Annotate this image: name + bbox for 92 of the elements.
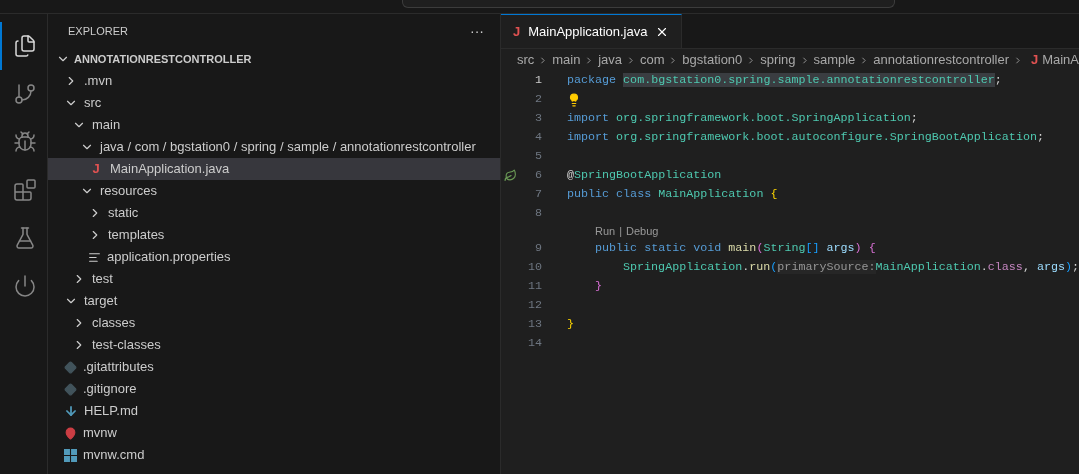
tree-item[interactable]: classes bbox=[48, 312, 500, 334]
tree-item-label: java / com / bgstation0 / spring / sample / annotationrestcontroller bbox=[100, 138, 476, 157]
tree-item-label: main bbox=[92, 116, 121, 135]
tree-item[interactable]: .gitattributes bbox=[48, 356, 500, 378]
tree-item[interactable]: .gitignore bbox=[48, 378, 500, 400]
tree-item-label: resources bbox=[100, 182, 158, 201]
tree-item-label: mvnw.cmd bbox=[83, 446, 145, 465]
lightbulb-icon[interactable] bbox=[567, 92, 581, 107]
branch-icon bbox=[12, 82, 37, 106]
line-number: 10 bbox=[526, 258, 542, 276]
tree-item[interactable]: J MainApplication.java bbox=[48, 158, 500, 180]
separator: | bbox=[619, 223, 623, 239]
code-line: SpringApplication.run(primarySource:MainApplication.class, args); bbox=[622, 258, 1079, 276]
tree-item-label: mvnw bbox=[83, 424, 117, 443]
code-line: import org.springframework.boot.autoconfigure.SpringBootApplication; bbox=[567, 128, 1044, 146]
line-number: 11 bbox=[526, 277, 542, 295]
more-actions-button[interactable]: ··· bbox=[470, 20, 484, 42]
code-lens-link[interactable]: Debug bbox=[626, 222, 659, 240]
code-line: public static void main(String[] args) { bbox=[594, 239, 876, 257]
tree-item-label: src bbox=[84, 94, 102, 113]
tree-item-label: .mvn bbox=[84, 72, 113, 91]
tree-item[interactable]: static bbox=[48, 202, 500, 224]
tree-item[interactable]: HELP.md bbox=[48, 400, 500, 422]
leaf-icon[interactable] bbox=[503, 169, 517, 182]
line-number: 9 bbox=[534, 239, 542, 257]
search-field[interactable] bbox=[402, 0, 895, 8]
line-number: 3 bbox=[534, 109, 542, 127]
breadcrumb-item[interactable]: sample bbox=[813, 50, 856, 70]
breadcrumb-item[interactable]: bgstation0 bbox=[682, 50, 743, 70]
tree-item-label: test bbox=[92, 270, 113, 289]
line-number: 12 bbox=[526, 296, 542, 314]
blocks-icon bbox=[12, 178, 37, 202]
line-number: 7 bbox=[534, 185, 542, 203]
code-line: public class MainApplication { bbox=[567, 185, 778, 203]
line-number: 5 bbox=[534, 147, 542, 165]
tree-item[interactable]: test bbox=[48, 268, 500, 290]
lines-icon bbox=[88, 250, 101, 264]
tree-item[interactable]: .mvn bbox=[48, 70, 500, 92]
tab-label: MainApplication.java bbox=[528, 22, 648, 41]
tree-item-label: classes bbox=[92, 314, 136, 333]
code-line: import org.springframework.boot.SpringApplication; bbox=[567, 109, 918, 127]
breadcrumb-item[interactable]: src bbox=[517, 50, 535, 70]
tree-item[interactable]: mvnw.cmd bbox=[48, 444, 500, 466]
code-line: package com.bgstation0.spring.sample.annotationrestcontroller; bbox=[567, 71, 1002, 89]
tree-item-label: test-classes bbox=[92, 336, 161, 355]
tree-item-label: target bbox=[84, 292, 118, 311]
code-line: @SpringBootApplication bbox=[567, 166, 722, 184]
line-number: 13 bbox=[526, 315, 542, 333]
line-number: 6 bbox=[534, 166, 542, 184]
java-letter-icon: J bbox=[88, 159, 104, 179]
line-number: 2 bbox=[534, 90, 542, 108]
tree-item[interactable]: application.properties bbox=[48, 246, 500, 268]
editor-tab[interactable]: J MainApplication.java bbox=[501, 14, 683, 48]
breadcrumb-item[interactable]: spring bbox=[760, 50, 796, 70]
tree-item-label: templates bbox=[108, 226, 165, 245]
power-icon bbox=[12, 274, 37, 298]
line-number: 8 bbox=[534, 204, 542, 222]
line-number: 1 bbox=[534, 71, 542, 89]
java-letter-icon: J bbox=[1030, 50, 1039, 70]
windows-icon bbox=[64, 448, 77, 462]
tree-item-label: .gitignore bbox=[83, 380, 137, 399]
project-name: ANNOTATIONRESTCONTROLLER bbox=[74, 51, 252, 67]
tree-item[interactable]: java / com / bgstation0 / spring / sample / annotationrestcontroller bbox=[48, 136, 500, 158]
files-icon bbox=[12, 34, 37, 58]
java-letter-icon: J bbox=[513, 21, 521, 42]
tree-item[interactable]: test-classes bbox=[48, 334, 500, 356]
bug-icon bbox=[12, 130, 37, 154]
tree-item[interactable]: main bbox=[48, 114, 500, 136]
breadcrumb-item[interactable]: java bbox=[598, 50, 623, 70]
tree-item-label: HELP.md bbox=[84, 402, 138, 421]
breadcrumb-item[interactable]: com bbox=[639, 50, 665, 70]
code-line: } bbox=[567, 315, 574, 333]
diamond-icon bbox=[64, 382, 77, 396]
tree-item[interactable]: resources bbox=[48, 180, 500, 202]
tree-item-label: .gitattributes bbox=[83, 358, 154, 377]
line-number: 4 bbox=[534, 128, 542, 146]
breadcrumb-item[interactable]: annotationrestcontroller bbox=[873, 50, 1010, 70]
tree-item[interactable]: src bbox=[48, 92, 500, 114]
tree-item[interactable]: templates bbox=[48, 224, 500, 246]
line-number: 14 bbox=[526, 334, 542, 352]
code-line: } bbox=[594, 277, 603, 295]
diamond-icon bbox=[64, 360, 77, 374]
tree-item-label: static bbox=[108, 204, 139, 223]
code-lens-link[interactable]: Run bbox=[595, 222, 616, 240]
tree-item[interactable]: target bbox=[48, 290, 500, 312]
tree-item-label: MainApplication.java bbox=[110, 160, 230, 179]
project-header[interactable]: ANNOTATIONRESTCONTROLLER bbox=[48, 48, 500, 70]
breadcrumb-item[interactable]: main bbox=[552, 50, 581, 70]
tree-item[interactable]: mvnw bbox=[48, 422, 500, 444]
tree-item-label: application.properties bbox=[107, 248, 231, 267]
panel-title: EXPLORER bbox=[68, 23, 128, 39]
breadcrumb-item[interactable]: MainA bbox=[1042, 50, 1079, 70]
